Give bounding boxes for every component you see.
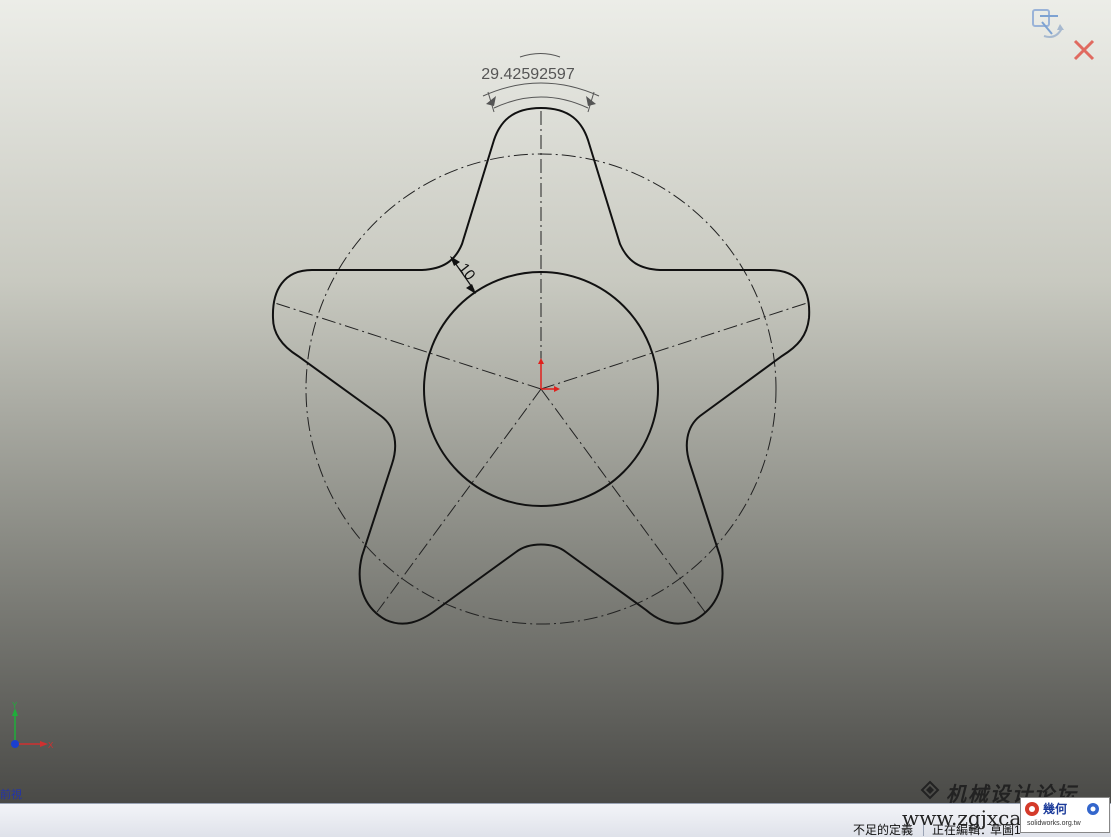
forum-logo-icon [920,780,940,800]
centerline-bottom-right[interactable] [540,388,706,613]
site-badge: 幾何 solidworks.org.tw [1020,797,1110,833]
triad-x-label: X [48,741,54,750]
centerline-right[interactable] [540,302,808,390]
triad-y-label: Y [12,701,18,710]
view-tab-front[interactable]: 前視 [0,786,22,802]
centerline-left[interactable] [274,302,542,390]
badge-url: solidworks.org.tw [1027,820,1081,827]
radius-dimension-value: 10 [455,260,479,284]
sketch-canvas[interactable]: 29.42592597 10 Y X [0,0,1111,803]
sketch-exit-icon[interactable] [1030,4,1066,44]
badge-logo-icon [1025,802,1039,816]
badge-gear-icon [1087,803,1099,815]
graphics-area[interactable]: 29.42592597 10 Y X 前視 [0,0,1111,803]
reference-triad-icon: Y X [11,701,54,750]
angle-dimension-value: 29.42592597 [481,66,575,83]
radius-dimension[interactable]: 10 [450,256,479,294]
badge-title: 幾何 [1043,802,1068,816]
centerline-bottom-left[interactable] [376,388,542,613]
close-x-icon[interactable] [1072,38,1096,62]
angle-dimension[interactable]: 29.42592597 [481,53,600,113]
